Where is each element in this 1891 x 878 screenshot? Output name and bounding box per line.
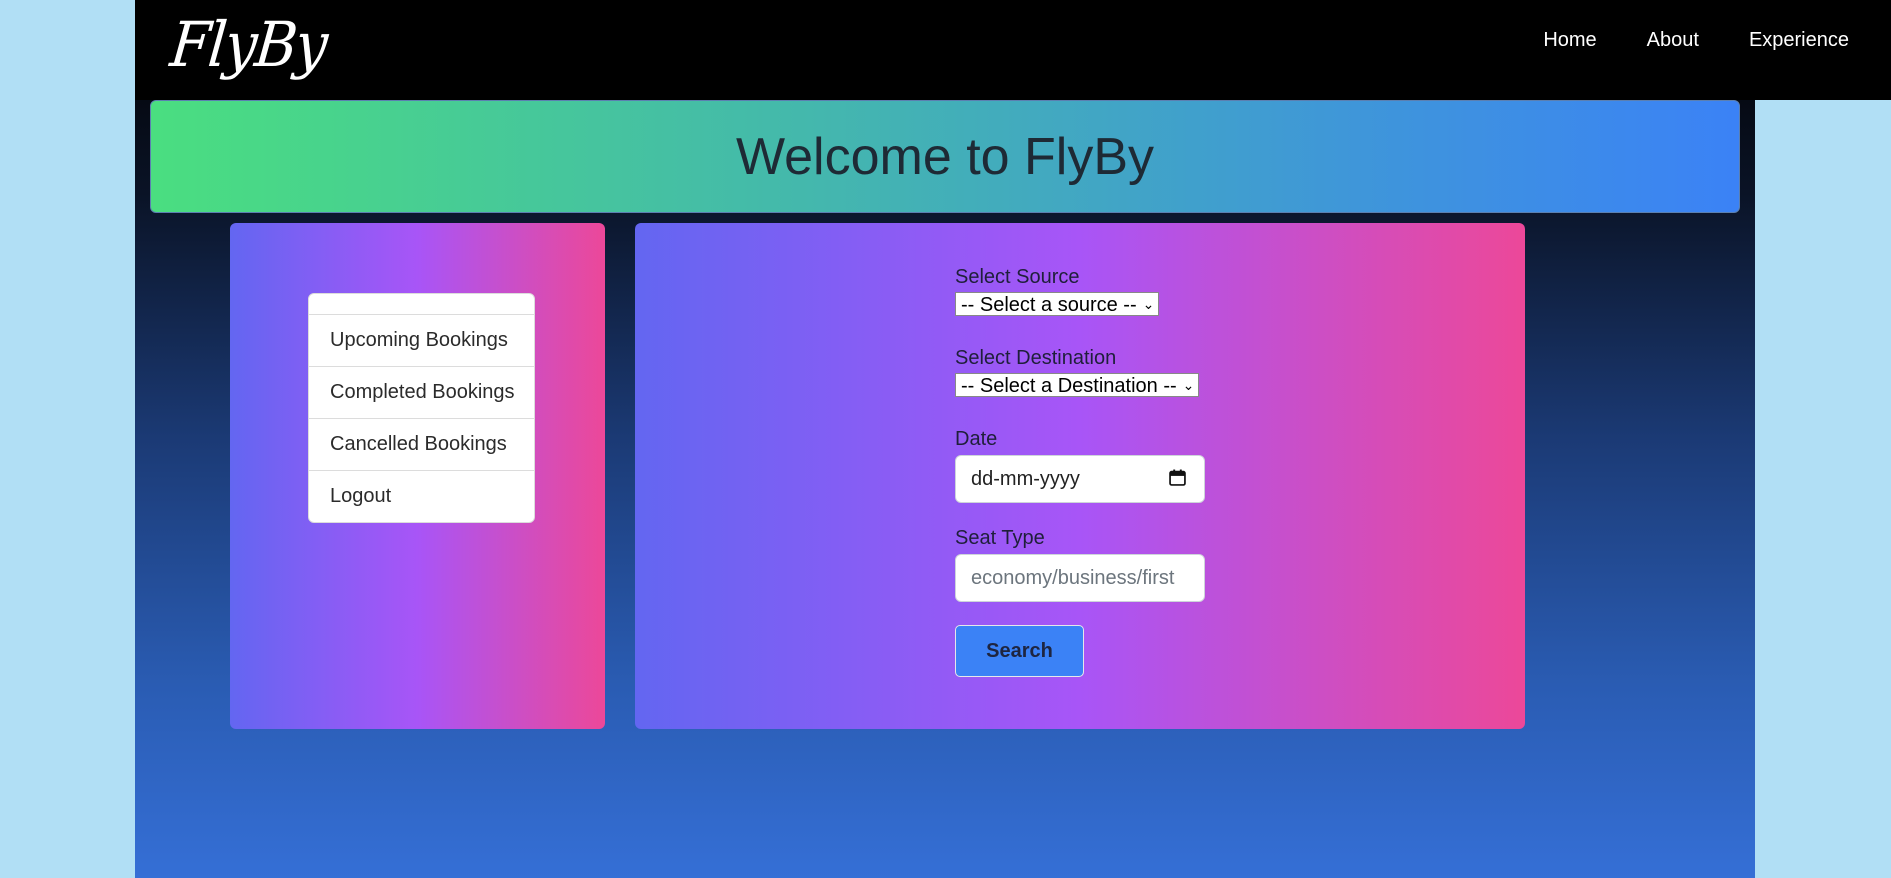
nav-link-experience[interactable]: Experience — [1721, 26, 1871, 55]
seat-type-label: Seat Type — [955, 527, 1045, 549]
menu-blank-item — [309, 294, 534, 315]
bookings-menu: Upcoming Bookings Completed Bookings Can… — [308, 293, 535, 523]
date-input-value: dd-mm-yyyy — [971, 468, 1080, 490]
destination-select-value: -- Select a Destination -- — [961, 375, 1177, 397]
nav-link-home[interactable]: Home — [1515, 26, 1618, 55]
menu-item-upcoming-bookings[interactable]: Upcoming Bookings — [309, 315, 534, 367]
seat-type-placeholder: economy/business/first — [971, 567, 1175, 589]
menu-item-completed-bookings[interactable]: Completed Bookings — [309, 367, 534, 419]
chevron-down-icon: ⌄ — [1182, 377, 1195, 393]
nav-links: Home About Experience — [1515, 26, 1871, 55]
date-label: Date — [955, 428, 998, 450]
source-label: Select Source — [955, 266, 1080, 288]
date-group: Date dd-mm-yyyy — [955, 427, 1255, 503]
destination-label: Select Destination — [955, 347, 1117, 369]
destination-select[interactable]: -- Select a Destination -- ⌄ — [955, 373, 1200, 397]
destination-group: Select Destination -- Select a Destinati… — [955, 346, 1255, 397]
chevron-down-icon: ⌄ — [1142, 296, 1155, 312]
nav-link-about[interactable]: About — [1619, 26, 1721, 55]
menu-item-logout[interactable]: Logout — [309, 471, 534, 522]
flight-search-form: Select Source -- Select a source -- ⌄ Sel… — [955, 265, 1255, 677]
calendar-icon[interactable] — [1169, 469, 1186, 486]
source-select[interactable]: -- Select a source -- ⌄ — [955, 292, 1160, 316]
seat-type-group: Seat Type economy/business/first — [955, 526, 1255, 602]
navbar: FlyBy Home About Experience — [135, 0, 1891, 100]
source-group: Select Source -- Select a source -- ⌄ — [955, 265, 1255, 316]
brand-logo[interactable]: FlyBy — [167, 2, 330, 88]
source-select-value: -- Select a source -- — [961, 294, 1137, 316]
menu-item-cancelled-bookings[interactable]: Cancelled Bookings — [309, 419, 534, 471]
page-title: Welcome to FlyBy — [735, 127, 1155, 186]
seat-type-input[interactable]: economy/business/first — [955, 554, 1205, 602]
date-input[interactable]: dd-mm-yyyy — [955, 455, 1205, 503]
search-button[interactable]: Search — [955, 625, 1084, 677]
welcome-banner: Welcome to FlyBy — [150, 100, 1740, 213]
